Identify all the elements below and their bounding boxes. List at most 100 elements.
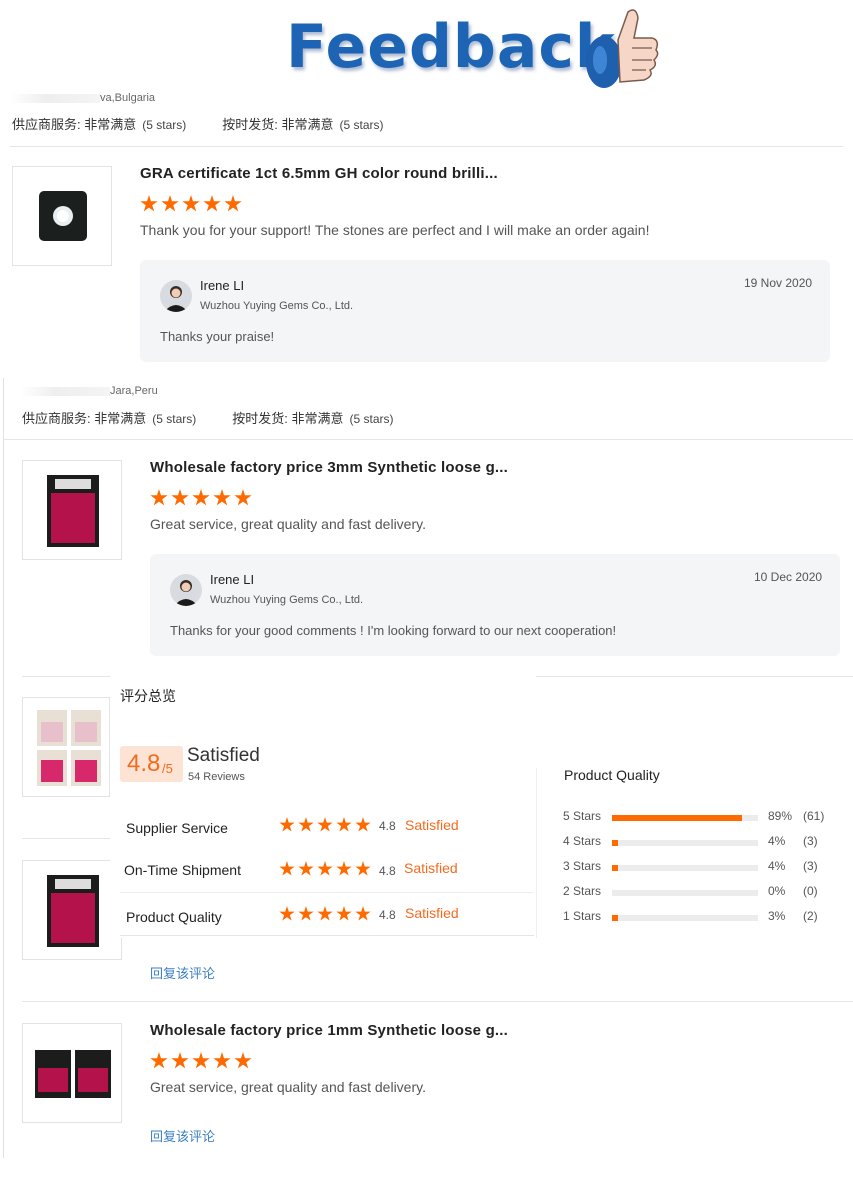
quality-row-percent: 3% xyxy=(768,909,786,923)
star-icon xyxy=(192,489,210,506)
star-icon xyxy=(171,1052,189,1069)
star-icon xyxy=(182,195,200,212)
avatar xyxy=(160,280,192,312)
review-ratings-row: 供应商服务: 非常满意 (5 stars) 按时发货: 非常满意 (5 stars) xyxy=(12,117,384,132)
category-label: Satisfied xyxy=(405,817,459,833)
quality-row-percent: 4% xyxy=(768,834,786,848)
category-product-quality: Product Quality xyxy=(126,909,222,925)
quality-row-count: (0) xyxy=(803,884,818,898)
reply-review-link[interactable]: 回复该评论 xyxy=(150,1126,215,1145)
divider xyxy=(10,146,843,147)
star-icon xyxy=(279,906,295,921)
overview-title: 评分总览 xyxy=(120,688,176,704)
divider xyxy=(536,768,537,938)
category-stars xyxy=(279,906,371,922)
star-icon xyxy=(336,906,352,921)
star-icon xyxy=(213,1052,231,1069)
quality-bar-track xyxy=(612,840,758,846)
star-icon xyxy=(298,861,314,876)
reply-message: Thanks your praise! xyxy=(160,329,275,344)
overall-score: 4.8/5 xyxy=(120,746,183,782)
product-thumbnail[interactable] xyxy=(22,460,122,560)
quality-bar-fill xyxy=(612,865,618,871)
avatar xyxy=(170,574,202,606)
feedback-title: Feedback xyxy=(286,12,616,82)
quality-bar-fill xyxy=(612,915,618,921)
star-icon xyxy=(336,861,352,876)
product-thumbnail[interactable] xyxy=(22,860,122,960)
star-icon xyxy=(203,195,221,212)
review-stars xyxy=(150,489,252,507)
quality-title: Product Quality xyxy=(564,767,660,783)
review-text: Great service, great quality and fast de… xyxy=(150,1079,426,1095)
product-title[interactable]: GRA certificate 1ct 6.5mm GH color round… xyxy=(140,165,498,182)
overall-label: Satisfied xyxy=(187,745,260,766)
star-icon xyxy=(317,906,333,921)
star-icon xyxy=(279,817,295,832)
reply-review-link[interactable]: 回复该评论 xyxy=(150,963,215,982)
star-icon xyxy=(171,489,189,506)
product-thumbnail[interactable] xyxy=(22,697,110,797)
star-icon xyxy=(298,906,314,921)
quality-row-count: (61) xyxy=(803,809,825,823)
quality-row-label: 1 Stars xyxy=(563,909,602,923)
star-icon xyxy=(224,195,242,212)
quality-bar-track xyxy=(612,865,758,871)
quality-row-count: (2) xyxy=(803,909,818,923)
quality-row-percent: 89% xyxy=(768,809,793,823)
category-stars xyxy=(279,861,371,877)
frame-line xyxy=(3,378,4,1158)
category-score: 4.8 xyxy=(379,864,396,878)
reviews-count: 54 Reviews xyxy=(188,771,245,783)
star-icon xyxy=(298,817,314,832)
quality-row-count: (3) xyxy=(803,834,818,848)
category-supplier-service: Supplier Service xyxy=(126,820,228,836)
category-label: Satisfied xyxy=(404,860,458,876)
star-icon xyxy=(234,489,252,506)
star-icon xyxy=(355,906,371,921)
reply-date: 10 Dec 2020 xyxy=(754,570,823,584)
reply-company: Wuzhou Yuying Gems Co., Ltd. xyxy=(200,300,354,312)
quality-bar-fill xyxy=(612,815,742,821)
divider xyxy=(22,1001,853,1002)
reply-name: Irene LI xyxy=(210,572,255,587)
star-icon xyxy=(140,195,158,212)
buyer-location: va,Bulgaria xyxy=(10,92,155,104)
quality-bar-fill xyxy=(612,840,618,846)
star-icon xyxy=(150,1052,168,1069)
seller-reply: Irene LI Wuzhou Yuying Gems Co., Ltd. 19… xyxy=(140,260,830,362)
product-title[interactable]: Wholesale factory price 1mm Synthetic lo… xyxy=(150,1022,508,1039)
star-icon xyxy=(279,861,295,876)
divider xyxy=(22,838,112,839)
product-thumbnail[interactable] xyxy=(22,1023,122,1123)
category-label: Satisfied xyxy=(405,905,459,921)
review-text: Great service, great quality and fast de… xyxy=(150,516,426,532)
quality-row-label: 5 Stars xyxy=(563,809,602,823)
star-icon xyxy=(161,195,179,212)
category-score: 4.8 xyxy=(379,819,396,833)
star-icon xyxy=(213,489,231,506)
star-icon xyxy=(192,1052,210,1069)
quality-row-label: 3 Stars xyxy=(563,859,602,873)
review-stars xyxy=(150,1052,252,1070)
star-icon xyxy=(336,817,352,832)
reply-name: Irene LI xyxy=(200,278,245,293)
category-score: 4.8 xyxy=(379,908,396,922)
quality-bar-track xyxy=(612,915,758,921)
seller-reply: Irene LI Wuzhou Yuying Gems Co., Ltd. 10… xyxy=(150,554,840,656)
quality-row-percent: 0% xyxy=(768,884,786,898)
buyer-location: Jara,Peru xyxy=(20,385,158,397)
quality-bar-track xyxy=(612,815,758,821)
product-thumbnail[interactable] xyxy=(12,166,112,266)
quality-bar-track xyxy=(612,890,758,896)
star-icon xyxy=(355,861,371,876)
reply-date: 19 Nov 2020 xyxy=(744,276,813,290)
category-on-time-shipment: On-Time Shipment xyxy=(124,862,241,878)
buyer-name-blurred xyxy=(10,93,100,103)
reply-message: Thanks for your good comments ! I'm look… xyxy=(170,623,617,638)
product-title[interactable]: Wholesale factory price 3mm Synthetic lo… xyxy=(150,459,508,476)
quality-row-count: (3) xyxy=(803,859,818,873)
star-icon xyxy=(317,817,333,832)
buyer-name-blurred xyxy=(20,386,110,396)
star-icon xyxy=(234,1052,252,1069)
